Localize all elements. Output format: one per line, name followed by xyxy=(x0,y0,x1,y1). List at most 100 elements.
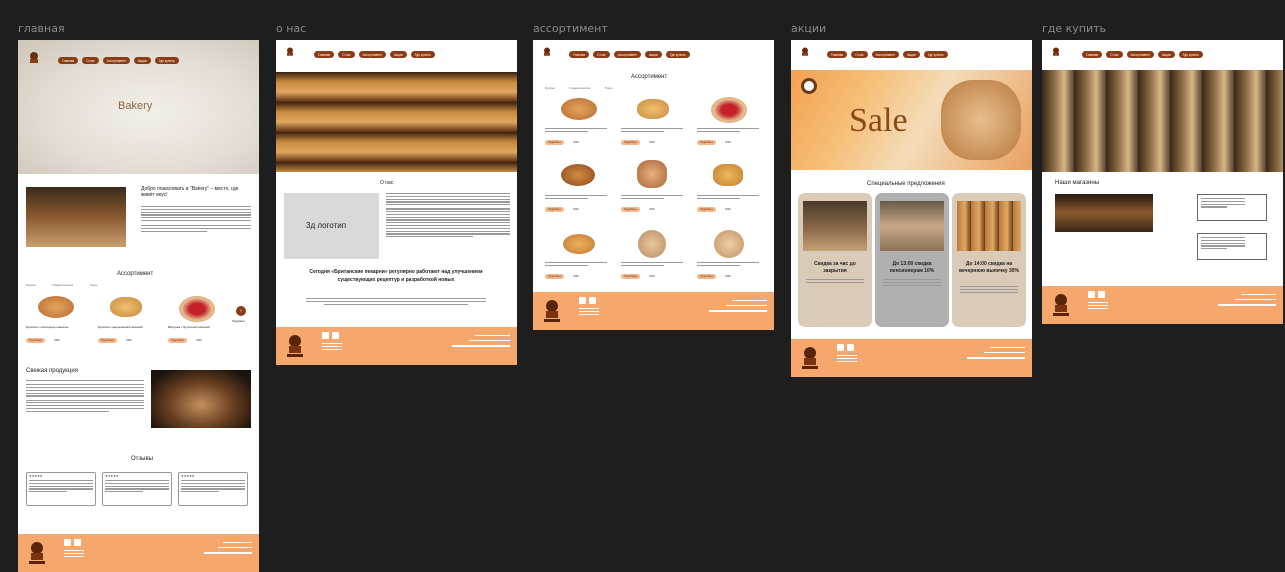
nav-where[interactable]: Где купить xyxy=(154,57,179,64)
sales-footer-links xyxy=(967,347,1025,360)
asrt-nav-sales[interactable]: Акции xyxy=(644,51,662,58)
asrt-tab-cakes[interactable]: Торты xyxy=(605,87,612,90)
sale-banner: Sale xyxy=(791,70,1032,170)
assortment-logo-icon xyxy=(544,47,550,56)
footer-contacts xyxy=(64,550,84,558)
sales-vk-icon[interactable] xyxy=(837,344,844,351)
more-link[interactable]: Подробнее xyxy=(232,320,245,323)
frame-label-sales: акции xyxy=(791,22,827,35)
asrt-item-9-price: 150₽ xyxy=(725,275,731,278)
nav-home[interactable]: Главная xyxy=(58,57,79,64)
offer-card-2[interactable]: До 13:00 скидка пенсионерам 10% xyxy=(875,193,949,327)
product-2-more-button[interactable]: Подробнее xyxy=(98,338,117,343)
frame-sales: Главная О нас Ассортимент Акции Где купи… xyxy=(791,40,1032,377)
sales-footer-contacts xyxy=(837,355,857,363)
asrt-item-9-image xyxy=(714,230,744,258)
asrt-item-1-button[interactable]: Подробнее xyxy=(545,140,564,145)
frame-label-assortment: ассортимент xyxy=(533,22,608,35)
asrt-item-7-button[interactable]: Подробнее xyxy=(545,274,564,279)
tab-buns[interactable]: Булочки xyxy=(26,284,36,287)
asrt-telegram-icon[interactable] xyxy=(589,297,596,304)
about-vk-icon[interactable] xyxy=(322,332,329,339)
where-logo-icon xyxy=(1053,47,1059,56)
about-nav-where[interactable]: Где купить xyxy=(410,51,435,58)
asrt-footer-logo-icon xyxy=(544,300,560,322)
sales-nav-about[interactable]: О нас xyxy=(851,51,868,58)
asrt-item-2-button[interactable]: Подробнее xyxy=(621,140,640,145)
asrt-item-1-desc xyxy=(545,128,607,134)
where-nav-home[interactable]: Главная xyxy=(1082,51,1103,58)
asrt-item-3-button[interactable]: Подробнее xyxy=(697,140,716,145)
offer-card-1[interactable]: Скидка за час до закрытия xyxy=(798,193,872,327)
frame-label-about: о нас xyxy=(276,22,307,35)
asrt-nav-where[interactable]: Где купить xyxy=(665,51,690,58)
carousel-next-icon[interactable]: › xyxy=(236,306,246,316)
bread-shelves-image xyxy=(276,72,517,172)
sales-nav-assortment[interactable]: Ассортимент xyxy=(871,51,899,58)
asrt-item-4-button[interactable]: Подробнее xyxy=(545,207,564,212)
nav-about[interactable]: О нас xyxy=(82,57,99,64)
sales-nav-sales[interactable]: Акции xyxy=(902,51,920,58)
asrt-tab-buns[interactable]: Булочки xyxy=(545,87,555,90)
where-vk-icon[interactable] xyxy=(1088,291,1095,298)
offer-3-text xyxy=(960,286,1018,294)
asrt-nav-about[interactable]: О нас xyxy=(593,51,610,58)
tab-sweet[interactable]: Сладкая выпечка xyxy=(52,284,73,287)
frame-assortment: Главная О нас Ассортимент Акции Где купи… xyxy=(533,40,774,330)
asrt-vk-icon[interactable] xyxy=(579,297,586,304)
store-card-2[interactable] xyxy=(1197,233,1267,260)
product-1-more-button[interactable]: Подробнее xyxy=(26,338,45,343)
fresh-text xyxy=(26,380,144,413)
asrt-tab-sweet[interactable]: Сладкая выпечка xyxy=(569,87,590,90)
tab-cakes[interactable]: Торты xyxy=(90,284,97,287)
asrt-item-3-desc xyxy=(697,128,759,134)
logo-placeholder: 3д логотип xyxy=(284,193,379,259)
sales-footer xyxy=(791,339,1032,377)
where-nav-where[interactable]: Где купить xyxy=(1178,51,1203,58)
reviews-title: Отзывы xyxy=(131,456,153,462)
offer-card-3[interactable]: До 14:00 скидка на вечернюю выпечку 30% xyxy=(952,193,1026,327)
nav-sales[interactable]: Акции xyxy=(133,57,151,64)
bread-basket-image xyxy=(941,80,1021,160)
asrt-item-5-button[interactable]: Подробнее xyxy=(621,207,640,212)
offer-1-text xyxy=(806,279,864,285)
telegram-icon[interactable] xyxy=(74,539,81,546)
assortment-footer xyxy=(533,292,774,330)
asrt-item-9-button[interactable]: Подробнее xyxy=(697,274,716,279)
about-nav-about[interactable]: О нас xyxy=(338,51,355,58)
vk-icon[interactable] xyxy=(64,539,71,546)
where-nav-about[interactable]: О нас xyxy=(1106,51,1123,58)
bakery-shelves-image xyxy=(26,187,126,247)
where-footer xyxy=(1042,286,1283,324)
asrt-nav-home[interactable]: Главная xyxy=(569,51,590,58)
about-nav-home[interactable]: Главная xyxy=(314,51,335,58)
asrt-item-8-button[interactable]: Подробнее xyxy=(621,274,640,279)
where-nav-sales[interactable]: Акции xyxy=(1157,51,1175,58)
about-telegram-icon[interactable] xyxy=(332,332,339,339)
asrt-nav-assortment[interactable]: Ассортимент xyxy=(613,51,641,58)
review-1-stars-icon: ★★★★★ xyxy=(29,474,43,478)
frame-label-home: главная xyxy=(18,22,65,35)
about-nav-sales[interactable]: Акции xyxy=(389,51,407,58)
about-nav-assortment[interactable]: Ассортимент xyxy=(358,51,386,58)
asrt-item-6-button[interactable]: Подробнее xyxy=(697,207,716,212)
where-telegram-icon[interactable] xyxy=(1098,291,1105,298)
store-photo xyxy=(1055,194,1153,232)
where-footer-contacts xyxy=(1088,302,1108,310)
sales-nav-home[interactable]: Главная xyxy=(827,51,848,58)
product-name-3: Ватрушка с брусничной начинкой xyxy=(168,326,210,329)
nav-assortment[interactable]: Ассортимент xyxy=(102,57,130,64)
store-card-1[interactable] xyxy=(1197,194,1267,221)
where-nav-assortment[interactable]: Ассортимент xyxy=(1126,51,1154,58)
about-nav: Главная О нас Ассортимент Акции Где купи… xyxy=(314,51,435,58)
donut-icon xyxy=(801,78,817,94)
footer-logo-icon xyxy=(29,542,45,564)
sales-nav-where[interactable]: Где купить xyxy=(923,51,948,58)
offer-3-image xyxy=(957,201,1021,251)
product-3-more-button[interactable]: Подробнее xyxy=(168,338,187,343)
sales-telegram-icon[interactable] xyxy=(847,344,854,351)
sales-footer-logo-icon xyxy=(802,347,818,369)
offer-2-image xyxy=(880,201,944,251)
frame-home: Главная О нас Ассортимент Акции Где купи… xyxy=(18,40,259,572)
product-name-1: Круассан с шоколадом и ванилью xyxy=(26,326,69,329)
